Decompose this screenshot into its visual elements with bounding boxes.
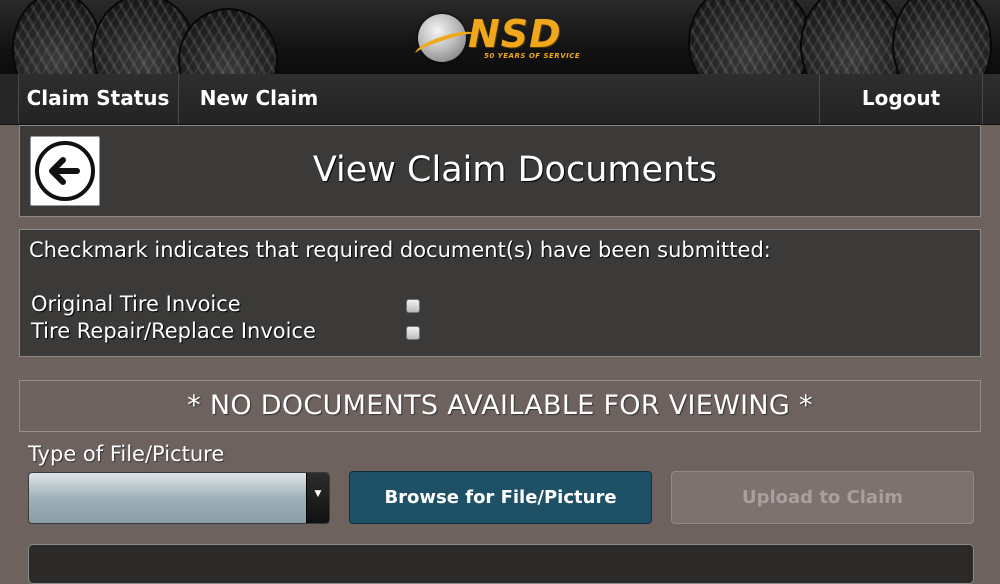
tire-image xyxy=(800,0,904,74)
nav-divider xyxy=(0,74,19,124)
document-label: Original Tire Invoice xyxy=(31,292,241,316)
file-type-label: Type of File/Picture xyxy=(28,442,225,466)
nav-logout[interactable]: Logout xyxy=(819,74,983,124)
documents-list-panel xyxy=(28,544,974,584)
logo-text: NSD xyxy=(468,12,562,56)
header-banner: NSD 50 YEARS OF SERVICE xyxy=(0,0,1000,74)
tire-image xyxy=(892,0,992,74)
browse-file-button[interactable]: Browse for File/Picture xyxy=(349,471,652,524)
file-type-select[interactable]: ▼ xyxy=(28,472,330,524)
tire-image xyxy=(12,0,102,74)
tire-image xyxy=(178,8,278,74)
page-title: View Claim Documents xyxy=(312,150,718,190)
tire-image xyxy=(688,0,812,74)
title-panel: View Claim Documents xyxy=(19,125,981,217)
arrow-left-circle-icon xyxy=(35,141,95,201)
chevron-down-icon[interactable]: ▼ xyxy=(306,473,329,523)
document-label: Tire Repair/Replace Invoice xyxy=(31,319,316,343)
nav-claim-status[interactable]: Claim Status xyxy=(18,74,179,124)
nav-bar: Claim Status New Claim Logout xyxy=(0,74,1000,125)
no-documents-notice: * NO DOCUMENTS AVAILABLE FOR VIEWING * xyxy=(19,380,981,432)
logo-tagline: 50 YEARS OF SERVICE xyxy=(484,52,581,60)
required-documents-panel: Checkmark indicates that required docume… xyxy=(19,229,981,357)
documents-intro: Checkmark indicates that required docume… xyxy=(29,238,771,262)
document-checkbox xyxy=(406,299,420,313)
upload-to-claim-button[interactable]: Upload to Claim xyxy=(671,471,974,524)
nsd-logo[interactable]: NSD 50 YEARS OF SERVICE xyxy=(413,12,588,64)
back-button[interactable] xyxy=(30,136,100,206)
document-row: Original Tire Invoice xyxy=(31,292,451,320)
nav-new-claim[interactable]: New Claim xyxy=(179,74,339,124)
document-row: Tire Repair/Replace Invoice xyxy=(31,319,451,347)
document-checkbox xyxy=(406,326,420,340)
